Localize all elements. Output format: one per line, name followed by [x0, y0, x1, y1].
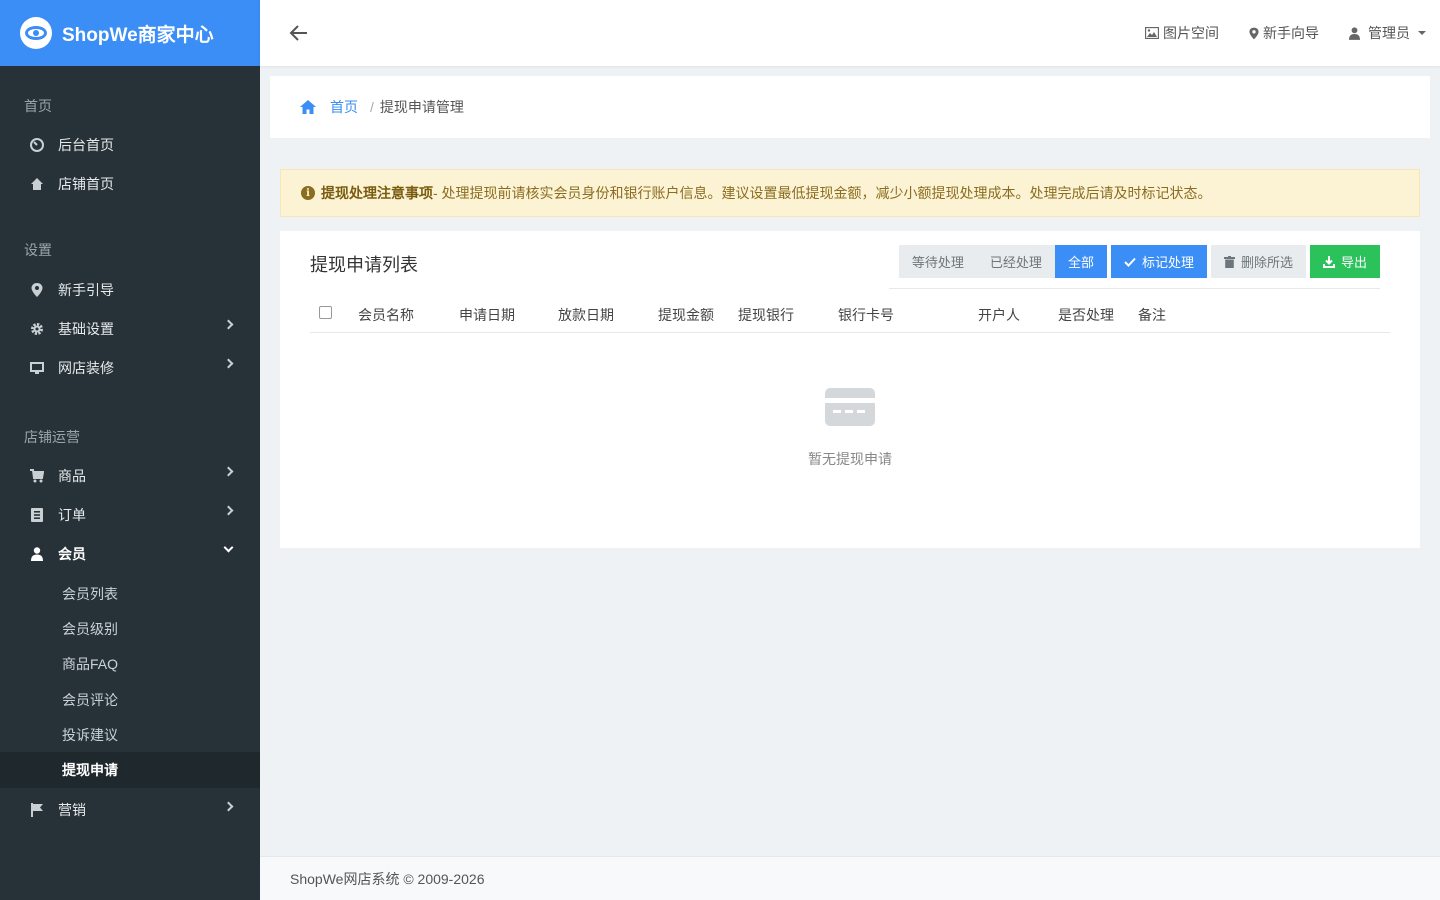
- sidebar-item-label: 营销: [58, 802, 86, 819]
- breadcrumb-home[interactable]: 首页: [300, 97, 358, 117]
- sidebar-item-members[interactable]: 会员: [0, 534, 260, 573]
- sidebar-subitem-member-reviews[interactable]: 会员评论: [0, 682, 260, 717]
- list-icon: [30, 507, 44, 522]
- sidebar-subitem-withdrawals[interactable]: 提现申请: [0, 752, 260, 788]
- user-icon: [30, 546, 44, 561]
- select-all-checkbox[interactable]: [319, 306, 332, 319]
- sidebar-item-label: 基础设置: [58, 320, 114, 337]
- user-icon: [1349, 26, 1360, 40]
- info-icon: i: [301, 186, 315, 200]
- filter-pending-button[interactable]: 等待处理: [898, 245, 977, 278]
- column-header: 提现银行: [738, 307, 794, 323]
- image-icon: [1145, 27, 1159, 39]
- mark-processed-button[interactable]: 标记处理: [1110, 245, 1207, 278]
- brand-bar[interactable]: ShopWe商家中心: [0, 0, 260, 66]
- cart-icon: [30, 468, 44, 483]
- map-marker-icon: [1249, 27, 1259, 40]
- sidebar-subitem-complaints[interactable]: 投诉建议: [0, 717, 260, 752]
- sidebar-item-store-home[interactable]: 店铺首页: [0, 164, 260, 203]
- breadcrumb-separator: /: [370, 99, 374, 115]
- chevron-right-icon: [223, 319, 234, 330]
- gear-icon: [30, 322, 44, 336]
- caret-down-icon: [1418, 31, 1426, 35]
- header-link-image-space[interactable]: 图片空间: [1145, 23, 1219, 43]
- chevron-right-icon: [223, 801, 234, 812]
- flag-icon: [30, 803, 44, 818]
- footer: ShopWe网店系统 © 2009-2026: [260, 856, 1440, 900]
- map-marker-icon: [30, 282, 44, 297]
- nav-section-operations: 店铺运营: [24, 429, 80, 445]
- sidebar-item-guide[interactable]: 新手引导: [0, 270, 260, 309]
- sidebar-item-label: 商品: [58, 467, 86, 484]
- chevron-right-icon: [223, 505, 234, 516]
- filter-all-button[interactable]: 全部: [1054, 245, 1107, 278]
- chevron-right-icon: [223, 466, 234, 477]
- breadcrumb: 首页 / 提现申请管理: [270, 76, 1430, 138]
- table-header: 会员名称 申请日期 放款日期 提现金额 提现银行 银行卡号 开户人 是否处理 备…: [310, 295, 1390, 333]
- delete-selected-button[interactable]: 删除所选: [1210, 245, 1306, 278]
- column-header: 备注: [1138, 307, 1166, 323]
- header-links: 图片空间 新手向导 管理员: [1115, 0, 1426, 66]
- withdrawal-list-card: 提现申请列表 等待处理 已经处理 全部 标记处理 删除所选 导出 会员名称 申请…: [280, 231, 1420, 548]
- export-label: 导出: [1340, 255, 1367, 270]
- filter-processed-button[interactable]: 已经处理: [976, 245, 1055, 278]
- dashboard-icon: [30, 137, 44, 152]
- header-link-guide[interactable]: 新手向导: [1249, 23, 1319, 43]
- home-icon: [30, 177, 44, 191]
- column-header: 银行卡号: [838, 307, 894, 323]
- header-user-menu[interactable]: 管理员: [1349, 23, 1426, 43]
- monitor-icon: [30, 361, 44, 375]
- sidebar-item-marketing[interactable]: 营销: [0, 791, 260, 830]
- header-link-label: 新手向导: [1263, 25, 1319, 41]
- brand-logo-icon: [20, 17, 52, 49]
- delete-selected-label: 删除所选: [1240, 255, 1293, 270]
- notice-alert: i 提现处理注意事项 - 处理提现前请核实会员身份和银行账户信息。建议设置最低提…: [280, 169, 1420, 217]
- footer-copyright: ShopWe网店系统 © 2009-2026: [290, 870, 485, 887]
- column-header: 开户人: [978, 307, 1020, 323]
- check-icon: [1124, 257, 1136, 267]
- list-toolbar: 等待处理 已经处理 全部 标记处理 删除所选 导出: [888, 245, 1380, 289]
- page-title: 提现申请列表: [310, 255, 418, 275]
- sidebar-item-dashboard[interactable]: 后台首页: [0, 125, 260, 164]
- nav-section-home: 首页: [24, 98, 52, 114]
- breadcrumb-home-label: 首页: [330, 99, 358, 115]
- sidebar-item-label: 后台首页: [58, 136, 114, 153]
- sidebar-item-basic-settings[interactable]: 基础设置: [0, 309, 260, 348]
- mark-processed-label: 标记处理: [1141, 255, 1194, 270]
- sidebar-item-label: 订单: [58, 506, 86, 523]
- sidebar-item-label: 新手引导: [58, 281, 114, 298]
- trash-icon: [1223, 255, 1235, 268]
- sidebar-item-label: 店铺首页: [58, 175, 114, 192]
- breadcrumb-current: 提现申请管理: [379, 99, 464, 115]
- column-header: 会员名称: [358, 307, 414, 323]
- download-icon: [1322, 255, 1335, 268]
- sidebar-item-store-decoration[interactable]: 网店装修: [0, 348, 260, 387]
- column-header: 放款日期: [558, 307, 614, 323]
- sidebar-item-label: 会员: [58, 545, 86, 562]
- chevron-right-icon: [223, 358, 234, 369]
- back-arrow-icon[interactable]: [288, 22, 310, 44]
- alert-title: 提现处理注意事项: [321, 185, 433, 201]
- sidebar-subitem-member-levels[interactable]: 会员级别: [0, 611, 260, 646]
- header-link-label: 管理员: [1368, 25, 1410, 41]
- home-icon: [300, 100, 316, 114]
- export-button[interactable]: 导出: [1309, 245, 1380, 278]
- column-header: 提现金额: [658, 307, 714, 323]
- credit-card-icon: [825, 388, 875, 426]
- chevron-down-icon: [223, 542, 234, 553]
- alert-text: - 处理提现前请核实会员身份和银行账户信息。建议设置最低提现金额，减少小额提现处…: [433, 185, 1212, 201]
- sidebar-item-orders[interactable]: 订单: [0, 495, 260, 534]
- sidebar-subitem-product-faq[interactable]: 商品FAQ: [0, 647, 260, 682]
- empty-state-text: 暂无提现申请: [808, 451, 892, 467]
- sidebar-subitem-member-list[interactable]: 会员列表: [0, 576, 260, 611]
- sidebar: ShopWe商家中心 首页 后台首页 店铺首页 设置 新手引导 基础设置 网店装…: [0, 0, 260, 900]
- column-header: 申请日期: [459, 307, 515, 323]
- sidebar-item-label: 网店装修: [58, 359, 114, 376]
- top-header: 图片空间 新手向导 管理员: [260, 0, 1440, 66]
- header-link-label: 图片空间: [1163, 25, 1219, 41]
- brand-name: ShopWe商家中心: [62, 24, 214, 46]
- sidebar-item-products[interactable]: 商品: [0, 456, 260, 495]
- nav-section-settings: 设置: [24, 242, 52, 258]
- column-header: 是否处理: [1058, 307, 1114, 323]
